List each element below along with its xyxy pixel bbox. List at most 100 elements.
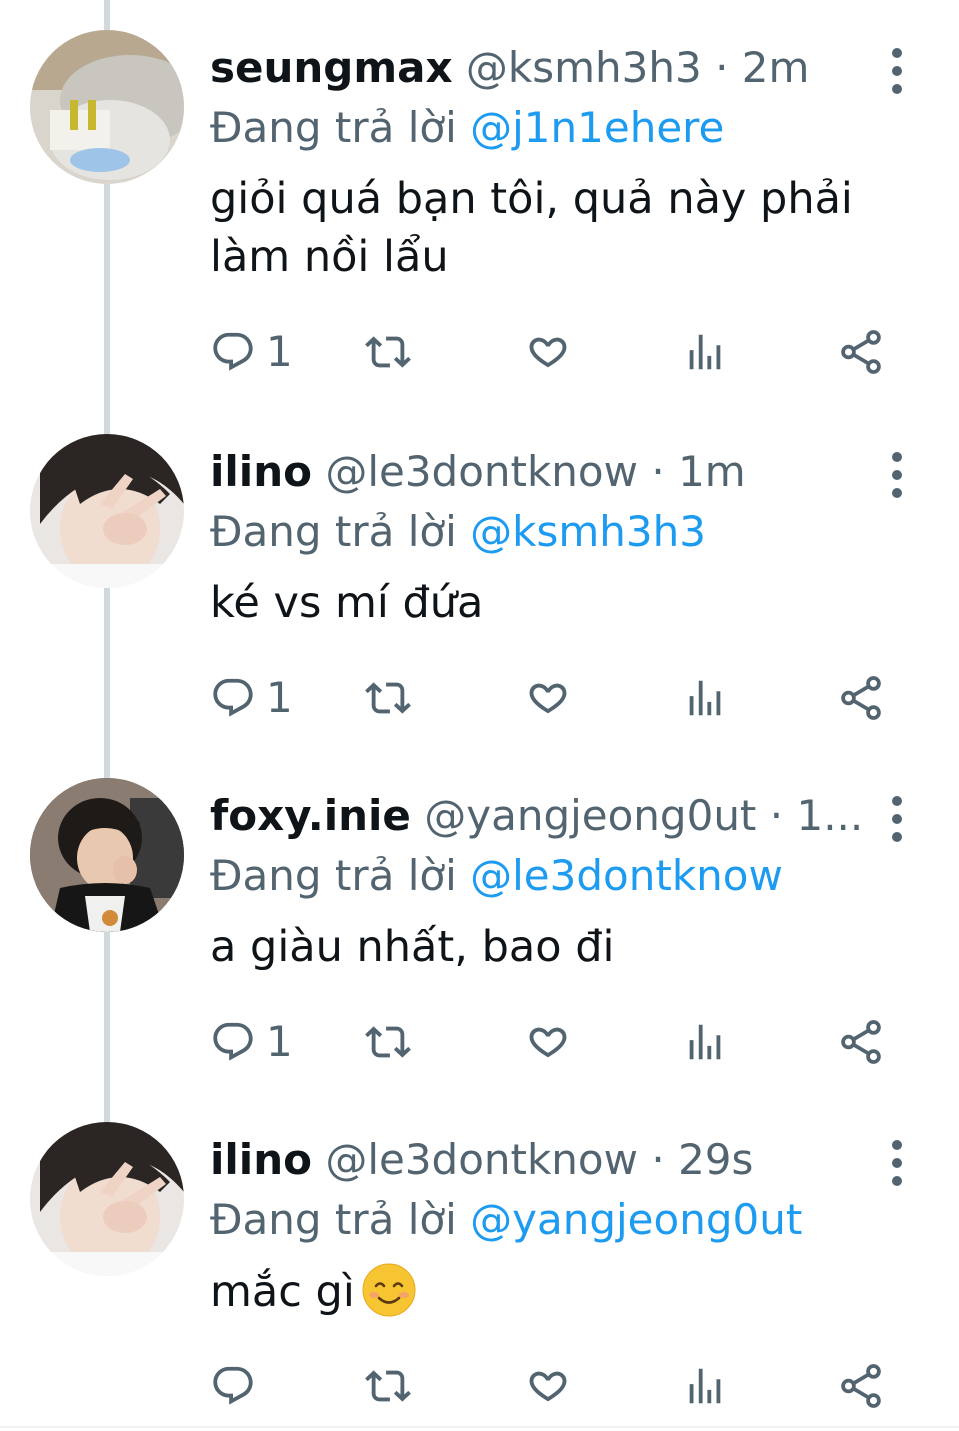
views-icon <box>689 1024 721 1060</box>
reply-button[interactable]: 1 <box>210 668 293 728</box>
share-icon <box>841 1364 881 1408</box>
replying-to-mention[interactable]: @ksmh3h3 <box>470 507 706 556</box>
retweet-icon <box>365 682 411 714</box>
views-button[interactable] <box>682 668 728 728</box>
retweet-icon <box>365 1026 411 1058</box>
share-icon <box>841 1020 881 1064</box>
action-bar: 1 <box>210 668 910 728</box>
timestamp[interactable]: 2m <box>742 43 810 92</box>
tweet-text-line: ké vs mí đứa <box>210 578 484 628</box>
views-icon <box>689 334 721 370</box>
like-icon <box>529 1371 567 1402</box>
replying-to-mention[interactable]: @le3dontknow <box>470 851 783 900</box>
retweet-button[interactable] <box>365 1356 411 1416</box>
avatar[interactable] <box>30 30 184 184</box>
reply-icon <box>213 678 253 717</box>
replying-to: Đang trả lời @le3dontknow <box>210 848 783 904</box>
like-button[interactable] <box>525 322 571 382</box>
user-avatar-photo <box>30 778 184 932</box>
views-button[interactable] <box>682 1356 728 1416</box>
tweet-text-content: mắc gì <box>210 1267 355 1317</box>
user-handle[interactable]: @le3dontknow <box>325 447 638 496</box>
views-button[interactable] <box>682 322 728 382</box>
tweet-text-line: giỏi quá bạn tôi, quả này phải <box>210 174 853 224</box>
smiling-face-emoji <box>362 1263 416 1317</box>
retweet-icon <box>365 1370 411 1402</box>
action-bar: 1 <box>210 322 910 382</box>
replying-to-mention[interactable]: @j1n1ehere <box>470 103 724 152</box>
reply-icon <box>213 332 253 371</box>
thread-line <box>104 184 110 434</box>
views-button[interactable] <box>682 1012 728 1072</box>
divider <box>0 1426 959 1428</box>
tweet-header: seungmax @ksmh3h3 · 2m <box>210 40 860 96</box>
more-options-icon[interactable] <box>880 792 914 846</box>
retweet-button[interactable] <box>365 668 411 728</box>
share-icon <box>841 676 881 720</box>
share-button[interactable] <box>836 322 886 382</box>
share-button[interactable] <box>836 668 886 728</box>
tweet-header: ilino @le3dontknow · 1m <box>210 444 860 500</box>
tweet-text: giỏi quá bạn tôi, quả này phải làm nồi l… <box>210 170 910 286</box>
avatar[interactable] <box>30 1122 184 1276</box>
like-icon <box>529 1027 567 1058</box>
display-name[interactable]: foxy.inie <box>210 791 411 840</box>
user-handle[interactable]: @ksmh3h3 <box>466 43 702 92</box>
user-avatar-photo <box>30 434 184 588</box>
tweet-text: ké vs mí đứa <box>210 574 910 632</box>
replying-to-label: Đang trả lời <box>210 1195 457 1244</box>
more-options-icon[interactable] <box>880 44 914 98</box>
share-button[interactable] <box>836 1356 886 1416</box>
avatar[interactable] <box>30 434 184 588</box>
replying-to-mention[interactable]: @yangjeong0ut <box>470 1195 802 1244</box>
replying-to-label: Đang trả lời <box>210 851 457 900</box>
timestamp[interactable]: 1... <box>796 791 860 840</box>
reply-button[interactable] <box>210 1356 266 1416</box>
replying-to-label: Đang trả lời <box>210 103 457 152</box>
more-options-icon[interactable] <box>880 448 914 502</box>
retweet-button[interactable] <box>365 322 411 382</box>
more-options-icon[interactable] <box>880 1136 914 1190</box>
like-button[interactable] <box>525 1356 571 1416</box>
tweet-header: foxy.inie @yangjeong0ut · 1... <box>210 788 860 844</box>
reply-count: 1 <box>266 1017 293 1066</box>
replying-to-label: Đang trả lời <box>210 507 457 556</box>
replying-to: Đang trả lời @j1n1ehere <box>210 100 724 156</box>
tweet-text-line: a giàu nhất, bao đi <box>210 922 615 972</box>
reply-button[interactable]: 1 <box>210 322 293 382</box>
tweet-text-line: làm nồi lẩu <box>210 232 449 282</box>
tweet-text: a giàu nhất, bao đi <box>210 918 910 976</box>
reply-count: 1 <box>266 327 293 376</box>
thread-line <box>104 0 110 30</box>
user-avatar-photo <box>30 1122 184 1276</box>
tweet-header: ilino @le3dontknow · 29s <box>210 1132 860 1188</box>
display-name[interactable]: ilino <box>210 1135 312 1184</box>
avatar[interactable] <box>30 778 184 932</box>
display-name[interactable]: ilino <box>210 447 312 496</box>
timestamp[interactable]: 29s <box>678 1135 753 1184</box>
tweet-text-line: mắc gì <box>210 1262 910 1321</box>
reply-button[interactable]: 1 <box>210 1012 293 1072</box>
thread-line <box>104 588 110 778</box>
timestamp[interactable]: 1m <box>678 447 746 496</box>
thread-line <box>104 932 110 1122</box>
like-button[interactable] <box>525 1012 571 1072</box>
share-button[interactable] <box>836 1012 886 1072</box>
separator: · <box>651 1135 665 1184</box>
like-icon <box>529 683 567 714</box>
reply-icon <box>213 1022 253 1061</box>
share-icon <box>841 330 881 374</box>
display-name[interactable]: seungmax <box>210 43 453 92</box>
separator: · <box>715 43 729 92</box>
user-handle[interactable]: @yangjeong0ut <box>424 791 756 840</box>
tweet-text: mắc gì <box>210 1262 910 1321</box>
retweet-icon <box>365 336 411 368</box>
reply-count: 1 <box>266 673 293 722</box>
user-handle[interactable]: @le3dontknow <box>325 1135 638 1184</box>
retweet-button[interactable] <box>365 1012 411 1072</box>
reply-icon <box>213 1366 253 1405</box>
replying-to: Đang trả lời @ksmh3h3 <box>210 504 706 560</box>
replying-to: Đang trả lời @yangjeong0ut <box>210 1192 802 1248</box>
like-button[interactable] <box>525 668 571 728</box>
action-bar <box>210 1356 910 1416</box>
